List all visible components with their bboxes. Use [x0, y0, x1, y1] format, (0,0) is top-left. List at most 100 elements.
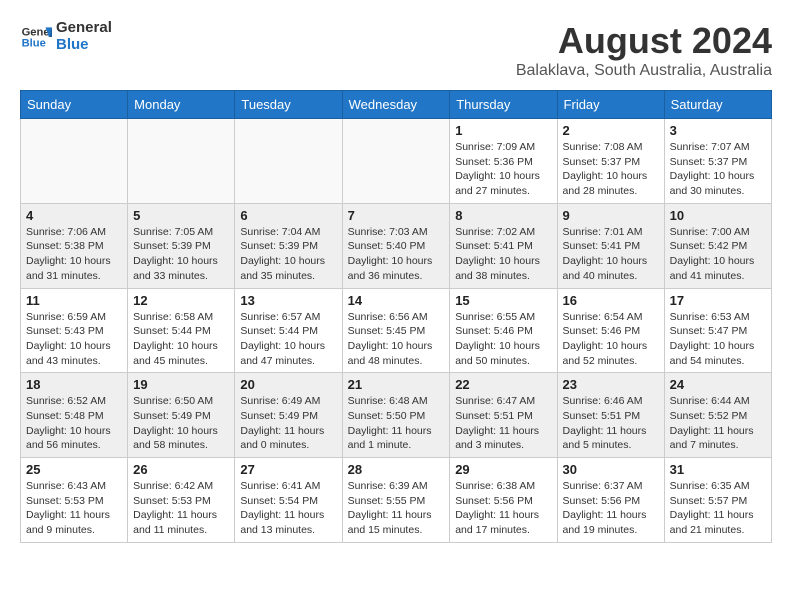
day-info: Sunrise: 6:59 AM Sunset: 5:43 PM Dayligh… [26, 310, 122, 369]
calendar-cell: 26 Sunrise: 6:42 AM Sunset: 5:53 PM Dayli… [128, 458, 235, 543]
day-number: 25 [26, 462, 122, 477]
calendar-cell: 23 Sunrise: 6:46 AM Sunset: 5:51 PM Dayli… [557, 373, 664, 458]
day-number: 21 [348, 377, 445, 392]
day-number: 19 [133, 377, 229, 392]
day-number: 10 [670, 208, 766, 223]
day-info: Sunrise: 6:43 AM Sunset: 5:53 PM Dayligh… [26, 479, 122, 538]
week-row-1: 1 Sunrise: 7:09 AM Sunset: 5:36 PM Daylig… [21, 119, 772, 204]
day-number: 30 [563, 462, 659, 477]
day-info: Sunrise: 6:57 AM Sunset: 5:44 PM Dayligh… [240, 310, 336, 369]
day-info: Sunrise: 7:00 AM Sunset: 5:42 PM Dayligh… [670, 225, 766, 284]
day-info: Sunrise: 6:54 AM Sunset: 5:46 PM Dayligh… [563, 310, 659, 369]
calendar-cell: 12 Sunrise: 6:58 AM Sunset: 5:44 PM Dayli… [128, 288, 235, 373]
day-number: 27 [240, 462, 336, 477]
day-info: Sunrise: 6:47 AM Sunset: 5:51 PM Dayligh… [455, 394, 551, 453]
calendar-cell: 19 Sunrise: 6:50 AM Sunset: 5:49 PM Dayli… [128, 373, 235, 458]
calendar-cell: 9Sunrise: 7:01 AM Sunset: 5:41 PM Daylig… [557, 203, 664, 288]
day-info: Sunrise: 6:41 AM Sunset: 5:54 PM Dayligh… [240, 479, 336, 538]
day-info: Sunrise: 6:56 AM Sunset: 5:45 PM Dayligh… [348, 310, 445, 369]
calendar-cell: 24 Sunrise: 6:44 AM Sunset: 5:52 PM Dayli… [664, 373, 771, 458]
weekday-header-wednesday: Wednesday [342, 91, 450, 119]
calendar-cell [235, 119, 342, 204]
day-info: Sunrise: 6:49 AM Sunset: 5:49 PM Dayligh… [240, 394, 336, 453]
weekday-header-monday: Monday [128, 91, 235, 119]
calendar-cell: 17Sunrise: 6:53 AM Sunset: 5:47 PM Dayli… [664, 288, 771, 373]
day-info: Sunrise: 6:53 AM Sunset: 5:47 PM Dayligh… [670, 310, 766, 369]
day-number: 3 [670, 123, 766, 138]
day-number: 28 [348, 462, 445, 477]
day-number: 18 [26, 377, 122, 392]
calendar-cell: 29Sunrise: 6:38 AM Sunset: 5:56 PM Dayli… [450, 458, 557, 543]
day-number: 14 [348, 293, 445, 308]
calendar-table: SundayMondayTuesdayWednesdayThursdayFrid… [20, 90, 772, 543]
week-row-5: 25 Sunrise: 6:43 AM Sunset: 5:53 PM Dayli… [21, 458, 772, 543]
calendar-cell: 6 Sunrise: 7:04 AM Sunset: 5:39 PM Daylig… [235, 203, 342, 288]
day-number: 20 [240, 377, 336, 392]
day-number: 8 [455, 208, 551, 223]
calendar-cell: 31 Sunrise: 6:35 AM Sunset: 5:57 PM Dayli… [664, 458, 771, 543]
calendar-cell: 21 Sunrise: 6:48 AM Sunset: 5:50 PM Dayli… [342, 373, 450, 458]
day-info: Sunrise: 6:46 AM Sunset: 5:51 PM Dayligh… [563, 394, 659, 453]
calendar-cell: 8 Sunrise: 7:02 AM Sunset: 5:41 PM Daylig… [450, 203, 557, 288]
day-info: Sunrise: 7:04 AM Sunset: 5:39 PM Dayligh… [240, 225, 336, 284]
header: General Blue General Blue August 2024 Ba… [20, 20, 772, 80]
svg-text:Blue: Blue [22, 37, 46, 49]
weekday-header-row: SundayMondayTuesdayWednesdayThursdayFrid… [21, 91, 772, 119]
day-number: 1 [455, 123, 551, 138]
calendar-cell: 7Sunrise: 7:03 AM Sunset: 5:40 PM Daylig… [342, 203, 450, 288]
calendar-cell: 5 Sunrise: 7:05 AM Sunset: 5:39 PM Daylig… [128, 203, 235, 288]
weekday-header-saturday: Saturday [664, 91, 771, 119]
day-info: Sunrise: 6:48 AM Sunset: 5:50 PM Dayligh… [348, 394, 445, 453]
calendar-cell: 20 Sunrise: 6:49 AM Sunset: 5:49 PM Dayli… [235, 373, 342, 458]
month-year: August 2024 [516, 20, 772, 62]
day-number: 22 [455, 377, 551, 392]
day-number: 7 [348, 208, 445, 223]
logo-blue: Blue [56, 37, 112, 54]
calendar-cell: 2 Sunrise: 7:08 AM Sunset: 5:37 PM Daylig… [557, 119, 664, 204]
day-info: Sunrise: 7:09 AM Sunset: 5:36 PM Dayligh… [455, 140, 551, 199]
day-info: Sunrise: 6:52 AM Sunset: 5:48 PM Dayligh… [26, 394, 122, 453]
day-info: Sunrise: 7:01 AM Sunset: 5:41 PM Dayligh… [563, 225, 659, 284]
day-number: 4 [26, 208, 122, 223]
day-info: Sunrise: 6:42 AM Sunset: 5:53 PM Dayligh… [133, 479, 229, 538]
logo-icon: General Blue [20, 21, 52, 53]
week-row-2: 4 Sunrise: 7:06 AM Sunset: 5:38 PM Daylig… [21, 203, 772, 288]
calendar-cell [21, 119, 128, 204]
day-info: Sunrise: 6:35 AM Sunset: 5:57 PM Dayligh… [670, 479, 766, 538]
day-info: Sunrise: 7:05 AM Sunset: 5:39 PM Dayligh… [133, 225, 229, 284]
day-number: 13 [240, 293, 336, 308]
day-number: 2 [563, 123, 659, 138]
day-number: 11 [26, 293, 122, 308]
day-number: 31 [670, 462, 766, 477]
logo-general: General [56, 20, 112, 37]
day-number: 16 [563, 293, 659, 308]
day-number: 6 [240, 208, 336, 223]
day-info: Sunrise: 6:39 AM Sunset: 5:55 PM Dayligh… [348, 479, 445, 538]
day-info: Sunrise: 6:44 AM Sunset: 5:52 PM Dayligh… [670, 394, 766, 453]
calendar-cell: 27 Sunrise: 6:41 AM Sunset: 5:54 PM Dayli… [235, 458, 342, 543]
calendar-cell: 28 Sunrise: 6:39 AM Sunset: 5:55 PM Dayli… [342, 458, 450, 543]
calendar-cell [342, 119, 450, 204]
calendar-cell: 13 Sunrise: 6:57 AM Sunset: 5:44 PM Dayli… [235, 288, 342, 373]
day-number: 5 [133, 208, 229, 223]
logo: General Blue General Blue [20, 20, 112, 53]
week-row-4: 18 Sunrise: 6:52 AM Sunset: 5:48 PM Dayli… [21, 373, 772, 458]
calendar-cell: 22 Sunrise: 6:47 AM Sunset: 5:51 PM Dayli… [450, 373, 557, 458]
day-number: 12 [133, 293, 229, 308]
day-number: 15 [455, 293, 551, 308]
day-info: Sunrise: 7:06 AM Sunset: 5:38 PM Dayligh… [26, 225, 122, 284]
calendar-cell: 1 Sunrise: 7:09 AM Sunset: 5:36 PM Daylig… [450, 119, 557, 204]
day-info: Sunrise: 7:02 AM Sunset: 5:41 PM Dayligh… [455, 225, 551, 284]
day-info: Sunrise: 7:08 AM Sunset: 5:37 PM Dayligh… [563, 140, 659, 199]
day-info: Sunrise: 6:55 AM Sunset: 5:46 PM Dayligh… [455, 310, 551, 369]
title-block: August 2024 Balaklava, South Australia, … [516, 20, 772, 80]
day-info: Sunrise: 6:58 AM Sunset: 5:44 PM Dayligh… [133, 310, 229, 369]
calendar-cell: 18 Sunrise: 6:52 AM Sunset: 5:48 PM Dayli… [21, 373, 128, 458]
day-info: Sunrise: 6:50 AM Sunset: 5:49 PM Dayligh… [133, 394, 229, 453]
location: Balaklava, South Australia, Australia [516, 62, 772, 80]
day-number: 26 [133, 462, 229, 477]
calendar-cell: 25 Sunrise: 6:43 AM Sunset: 5:53 PM Dayli… [21, 458, 128, 543]
day-number: 24 [670, 377, 766, 392]
weekday-header-sunday: Sunday [21, 91, 128, 119]
day-number: 23 [563, 377, 659, 392]
